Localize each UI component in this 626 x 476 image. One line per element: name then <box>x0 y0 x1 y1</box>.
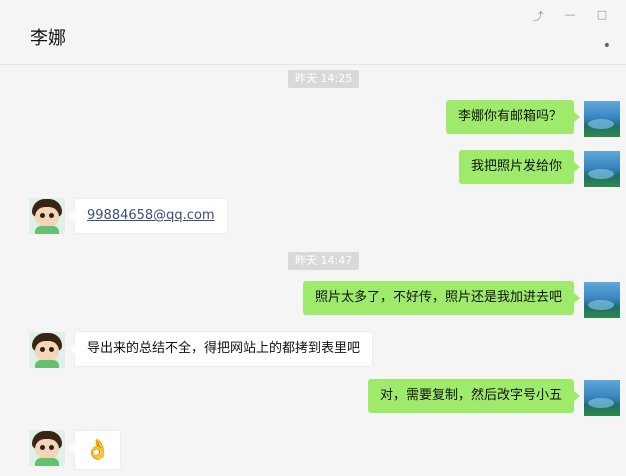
minimize-icon[interactable]: — <box>564 8 576 24</box>
emoji-message[interactable]: 👌 <box>69 430 121 470</box>
my-avatar[interactable] <box>584 101 620 137</box>
message-bubble[interactable]: 对，需要复制，然后改字号小五 <box>367 379 581 413</box>
timestamp: 昨天 14:25 <box>288 70 360 88</box>
pin-icon[interactable]: ⤴ <box>532 8 544 24</box>
maximize-icon[interactable]: □ <box>596 8 608 24</box>
contact-avatar[interactable] <box>29 198 65 234</box>
window-controls: ⤴ — □ <box>532 8 608 24</box>
email-link[interactable]: 99884658@qq.com <box>87 208 215 223</box>
my-avatar[interactable] <box>584 380 620 416</box>
message-bubble[interactable]: 我把照片发给你 <box>458 150 581 184</box>
timestamp: 昨天 14:47 <box>288 252 360 270</box>
chat-area: 昨天 14:25 李娜你有邮箱吗？ 我把照片发给你 99884658@qq.co… <box>0 64 626 476</box>
chat-header: 李娜 ⤴ — □ • <box>0 0 626 65</box>
ok-hand-icon: 👌 <box>85 437 110 461</box>
message-bubble[interactable]: 李娜你有邮箱吗？ <box>445 100 581 134</box>
contact-avatar[interactable] <box>29 430 65 466</box>
message-bubble[interactable]: 99884658@qq.com <box>69 198 228 234</box>
my-avatar[interactable] <box>584 151 620 187</box>
more-icon[interactable]: • <box>603 38 611 54</box>
my-avatar[interactable] <box>584 282 620 318</box>
message-bubble[interactable]: 照片太多了，不好传，照片还是我加进去吧 <box>302 281 581 315</box>
message-bubble[interactable]: 导出来的总结不全，得把网站上的都拷到表里吧 <box>68 331 374 367</box>
contact-avatar[interactable] <box>29 332 65 368</box>
chat-title: 李娜 <box>30 28 66 49</box>
